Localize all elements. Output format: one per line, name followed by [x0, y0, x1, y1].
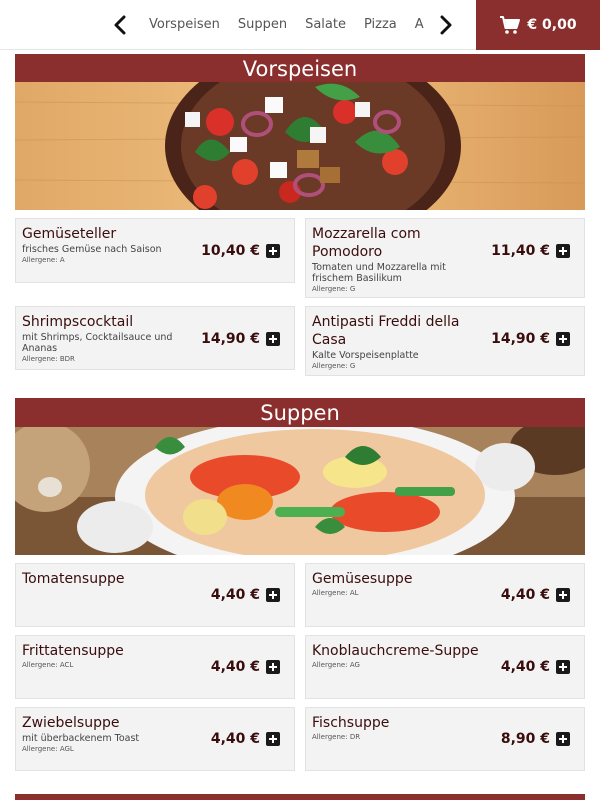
nav-item-vorspeisen[interactable]: Vorspeisen: [149, 0, 220, 50]
item-description: Tomaten und Mozzarella mit frischem Basi…: [312, 262, 446, 284]
vorspeisen-banner-image: [15, 82, 585, 210]
nav-item-pizza[interactable]: Pizza: [364, 0, 397, 50]
menu-item-card[interactable]: Zwiebelsuppe mit überbackenem Toast Alle…: [15, 707, 295, 771]
item-name: Mozzarella com Pomodoro: [312, 226, 421, 260]
item-allergens: Allergene: BDR: [22, 355, 75, 363]
item-name: Antipasti Freddi della Casa: [312, 314, 460, 348]
category-nav-bar: Vorspeisen Suppen Salate Pizza A € 0,00: [0, 0, 600, 50]
item-price: 14,90 €: [491, 331, 550, 347]
add-to-cart-button[interactable]: [266, 732, 280, 746]
add-to-cart-button[interactable]: [556, 732, 570, 746]
item-description: frisches Gemüse nach Saison: [22, 244, 162, 255]
item-name: Fischsuppe: [312, 715, 390, 731]
item-price: 4,40 €: [210, 731, 260, 747]
add-to-cart-button[interactable]: [556, 660, 570, 674]
nav-item-suppen[interactable]: Suppen: [238, 0, 287, 50]
item-price: 10,40 €: [201, 243, 260, 259]
item-description: mit überbackenem Toast: [22, 733, 140, 744]
item-price: 4,40 €: [500, 659, 550, 675]
menu-item-card[interactable]: Gemüsesuppe Allergene: AL 4,40 €: [305, 563, 585, 627]
item-allergens: Allergene: G: [312, 285, 356, 293]
item-name: Zwiebelsuppe: [22, 715, 120, 731]
section-title-vorspeisen: Vorspeisen: [15, 54, 585, 84]
item-price: 4,40 €: [500, 587, 550, 603]
nav-item-salate[interactable]: Salate: [305, 0, 346, 50]
menu-item-card[interactable]: Shrimpscocktail mit Shrimps, Cocktailsau…: [15, 306, 295, 370]
menu-item-card[interactable]: Gemüseteller frisches Gemüse nach Saison…: [15, 218, 295, 283]
item-description: Kalte Vorspeisenplatte: [312, 350, 419, 361]
shopping-cart-icon: [500, 16, 521, 34]
item-name: Gemüseteller: [22, 226, 117, 242]
add-to-cart-button[interactable]: [266, 244, 280, 258]
item-price: 4,40 €: [210, 587, 260, 603]
add-to-cart-button[interactable]: [266, 588, 280, 602]
add-to-cart-button[interactable]: [556, 244, 570, 258]
next-section-title-partial: [15, 794, 585, 800]
add-to-cart-button[interactable]: [266, 660, 280, 674]
item-allergens: Allergene: G: [312, 362, 356, 370]
cart-button[interactable]: € 0,00: [476, 0, 600, 50]
item-name: Shrimpscocktail: [22, 314, 134, 330]
menu-item-card[interactable]: Knoblauchcreme-Suppe Allergene: AG 4,40 …: [305, 635, 585, 699]
item-name: Gemüsesuppe: [312, 571, 413, 587]
item-price: 11,40 €: [491, 243, 550, 259]
add-to-cart-button[interactable]: [556, 588, 570, 602]
item-price: 4,40 €: [210, 659, 260, 675]
item-name: Frittatensuppe: [22, 643, 124, 659]
item-name: Tomatensuppe: [22, 571, 125, 587]
menu-item-card[interactable]: Frittatensuppe Allergene: ACL 4,40 €: [15, 635, 295, 699]
nav-next-button[interactable]: [434, 10, 458, 40]
menu-item-card[interactable]: Fischsuppe Allergene: DR 8,90 €: [305, 707, 585, 771]
add-to-cart-button[interactable]: [556, 332, 570, 346]
menu-item-card[interactable]: Antipasti Freddi della Casa Kalte Vorspe…: [305, 306, 585, 376]
section-title-suppen: Suppen: [15, 398, 585, 428]
suppen-banner-image: [15, 427, 585, 555]
nav-item-truncated[interactable]: A: [415, 0, 424, 50]
menu-item-card[interactable]: Tomatensuppe 4,40 €: [15, 563, 295, 627]
item-price: 8,90 €: [500, 731, 550, 747]
chevron-right-icon: [440, 15, 452, 35]
item-price: 14,90 €: [201, 331, 260, 347]
item-name: Knoblauchcreme-Suppe: [312, 643, 479, 659]
chevron-left-icon: [114, 15, 126, 35]
cart-total: € 0,00: [527, 17, 577, 33]
menu-item-card[interactable]: Mozzarella com Pomodoro Tomaten und Mozz…: [305, 218, 585, 298]
category-tabs: Vorspeisen Suppen Salate Pizza A: [140, 0, 428, 50]
add-to-cart-button[interactable]: [266, 332, 280, 346]
nav-prev-button[interactable]: [108, 10, 132, 40]
item-description: mit Shrimps, Cocktailsauce und Ananas: [22, 332, 173, 354]
